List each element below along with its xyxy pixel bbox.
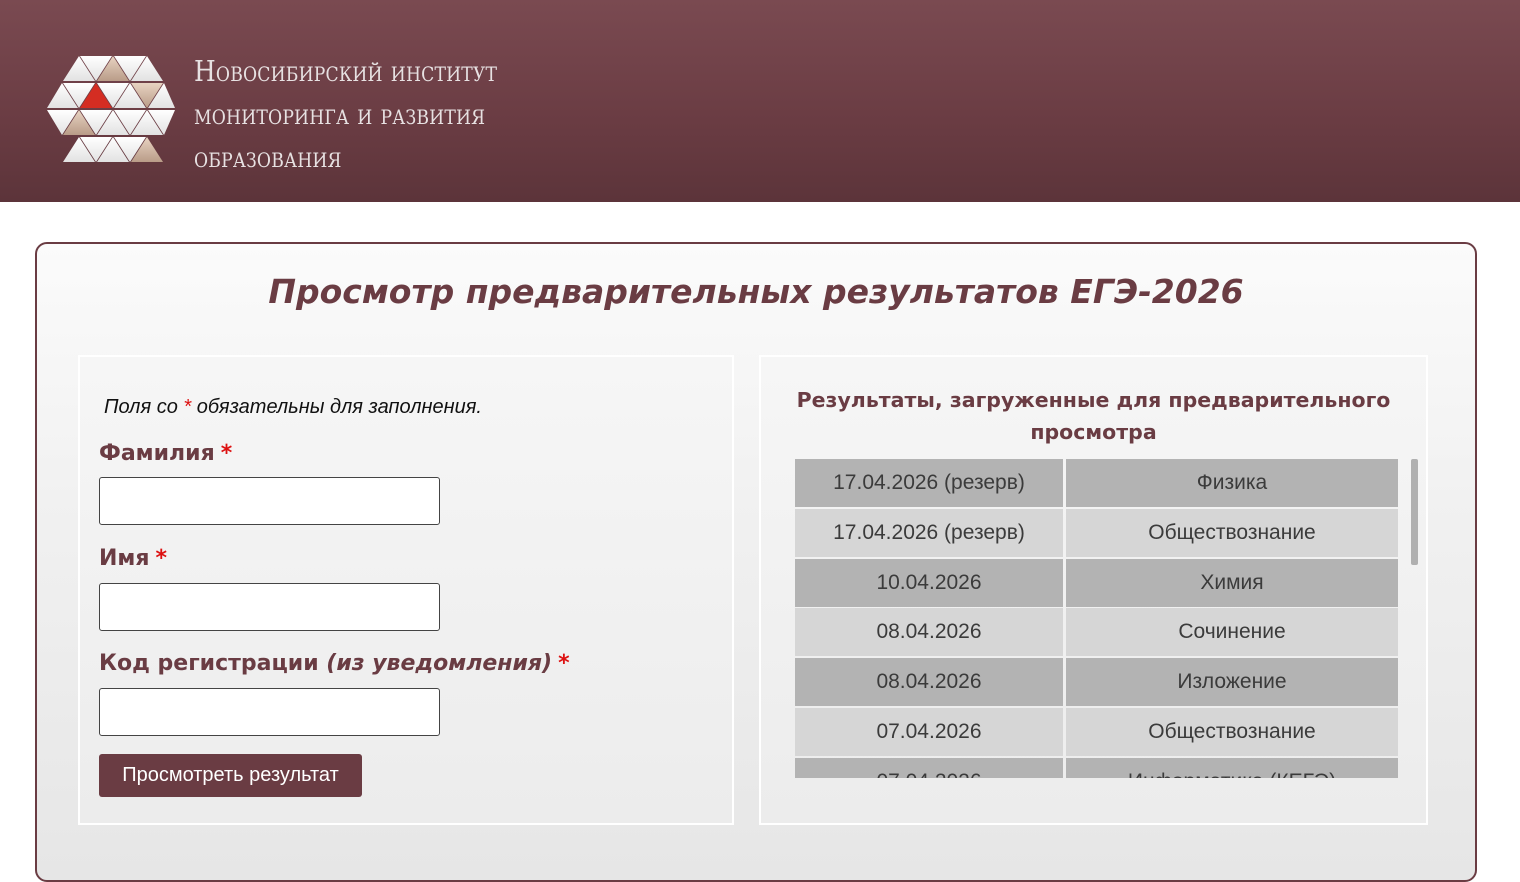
institute-name: Новосибирский институт мониторинга и раз… — [194, 50, 497, 179]
name-label-text: Имя — [99, 546, 150, 571]
results-row[interactable]: 10.04.2026 Химия — [795, 559, 1398, 609]
results-row[interactable]: 17.04.2026 (резерв) Физика — [795, 459, 1398, 509]
registration-code-hint: (из уведомления) — [326, 651, 553, 676]
registration-code-required-star: * — [558, 651, 570, 676]
surname-label: Фамилия * — [99, 441, 232, 466]
institute-name-line-2: мониторинга и развития — [194, 97, 486, 131]
results-title: Результаты, загруженные для предваритель… — [796, 388, 1391, 444]
institute-name-line-3: образования — [194, 140, 342, 174]
name-input[interactable] — [99, 583, 440, 631]
results-subject-cell: Физика — [1066, 459, 1398, 507]
registration-code-label-text: Код регистрации — [99, 651, 319, 676]
site-header: Новосибирский институт мониторинга и раз… — [0, 0, 1520, 202]
required-star: * — [183, 396, 192, 418]
institute-name-line-1: Новосибирский институт — [194, 54, 498, 88]
name-required-star: * — [155, 546, 168, 571]
results-row[interactable]: 07.04.2026 Информатика (КЕГЭ) — [795, 758, 1398, 778]
results-date-cell: 17.04.2026 (резерв) — [795, 509, 1063, 557]
view-result-button[interactable]: Просмотреть результат — [99, 754, 362, 797]
surname-label-text: Фамилия — [99, 441, 215, 466]
results-date-cell: 08.04.2026 — [795, 658, 1063, 706]
results-scrollbar[interactable] — [1411, 459, 1418, 565]
required-note: Поля со * обязательны для заполнения. — [104, 396, 482, 419]
results-subject-cell: Сочинение — [1066, 608, 1398, 656]
results-date-cell: 07.04.2026 — [795, 758, 1063, 778]
results-row[interactable]: 17.04.2026 (резерв) Обществознание — [795, 509, 1398, 559]
results-list[interactable]: 17.04.2026 (резерв) Физика 17.04.2026 (р… — [795, 459, 1418, 778]
results-row[interactable]: 08.04.2026 Сочинение — [795, 608, 1398, 658]
institute-logo-icon — [47, 56, 175, 162]
results-subject-cell: Обществознание — [1066, 708, 1398, 756]
surname-required-star: * — [220, 441, 233, 466]
results-subject-cell: Обществознание — [1066, 509, 1398, 557]
required-note-prefix: Поля со — [104, 396, 178, 418]
results-date-cell: 08.04.2026 — [795, 608, 1063, 656]
results-row[interactable]: 08.04.2026 Изложение — [795, 658, 1398, 708]
results-date-cell: 07.04.2026 — [795, 708, 1063, 756]
surname-input[interactable] — [99, 477, 440, 525]
registration-code-label: Код регистрации (из уведомления) * — [99, 651, 570, 676]
results-date-cell: 10.04.2026 — [795, 559, 1063, 607]
required-note-suffix: обязательны для заполнения. — [196, 396, 482, 418]
results-subject-cell: Изложение — [1066, 658, 1398, 706]
results-subject-cell: Химия — [1066, 559, 1398, 607]
name-label: Имя * — [99, 546, 167, 571]
results-row[interactable]: 07.04.2026 Обществознание — [795, 708, 1398, 758]
results-subject-cell: Информатика (КЕГЭ) — [1066, 758, 1398, 778]
registration-code-input[interactable] — [99, 688, 440, 736]
page-title: Просмотр предварительных результатов ЕГЭ… — [268, 272, 1244, 311]
results-date-cell: 17.04.2026 (резерв) — [795, 459, 1063, 507]
